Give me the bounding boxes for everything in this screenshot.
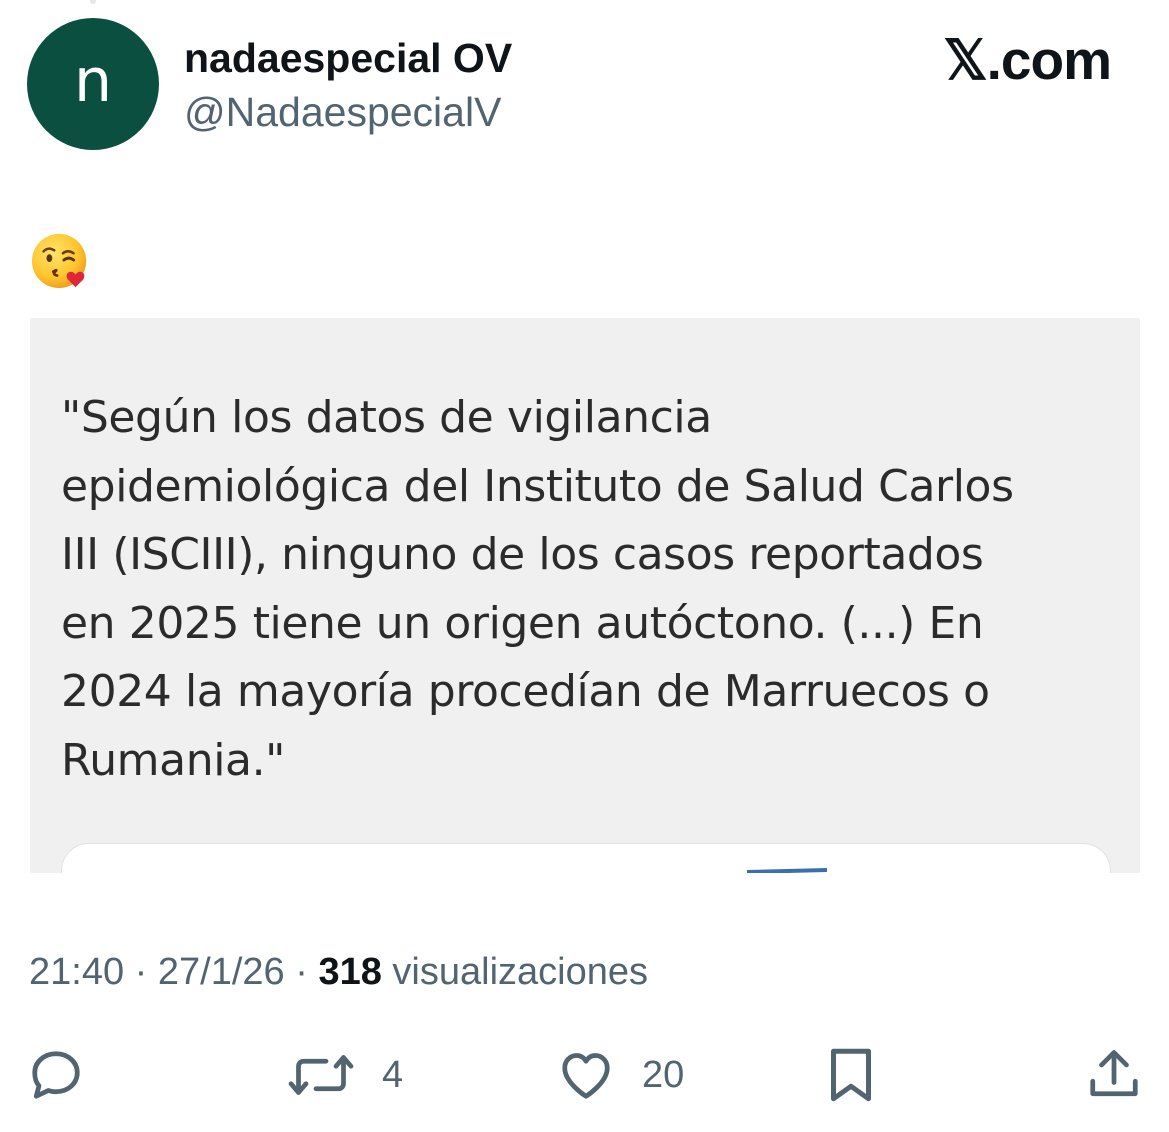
share-icon	[1090, 1050, 1138, 1097]
kissing-face-with-heart-emoji	[31, 233, 87, 289]
like-button[interactable]: 20	[556, 1040, 684, 1110]
author-handle[interactable]: @NadaespecialV	[184, 88, 501, 136]
bookmark-button[interactable]	[826, 1040, 876, 1110]
views-label: visualizaciones	[392, 951, 648, 993]
avatar-letter: n	[73, 46, 113, 116]
repost-button[interactable]: 4	[286, 1040, 403, 1110]
like-count: 20	[642, 1054, 685, 1096]
heart-icon	[562, 1053, 610, 1099]
reply-icon	[32, 1051, 80, 1099]
views-count: 318	[318, 951, 382, 993]
repost-icon	[288, 1055, 354, 1095]
quote-text: "Según los datos de vigilancia epidemiol…	[61, 392, 1014, 786]
tweet-meta: 21:40 · 27/1/26 · 318 visualizaciones	[29, 948, 648, 996]
tweet-time[interactable]: 21:40	[29, 951, 124, 993]
site-label: 𝕏.com	[943, 29, 1112, 91]
newspaper-masthead-fragment	[747, 868, 827, 873]
meta-space	[382, 951, 393, 993]
top-divider-fragment	[90, 0, 96, 4]
meta-separator: ·	[284, 951, 319, 993]
action-bar: 4 20	[0, 1040, 1169, 1110]
repost-count: 4	[382, 1054, 404, 1096]
quote-image[interactable]: "Según los datos de vigilancia epidemiol…	[30, 318, 1140, 873]
bookmark-icon	[831, 1048, 871, 1102]
embedded-article-card	[61, 843, 1111, 873]
meta-separator: ·	[124, 951, 158, 993]
author-display-name[interactable]: nadaespecial OV	[184, 34, 512, 82]
reply-button[interactable]	[26, 1040, 86, 1110]
tweet-date[interactable]: 27/1/26	[158, 951, 285, 993]
share-button[interactable]	[1084, 1040, 1144, 1110]
avatar[interactable]: n	[27, 18, 159, 150]
